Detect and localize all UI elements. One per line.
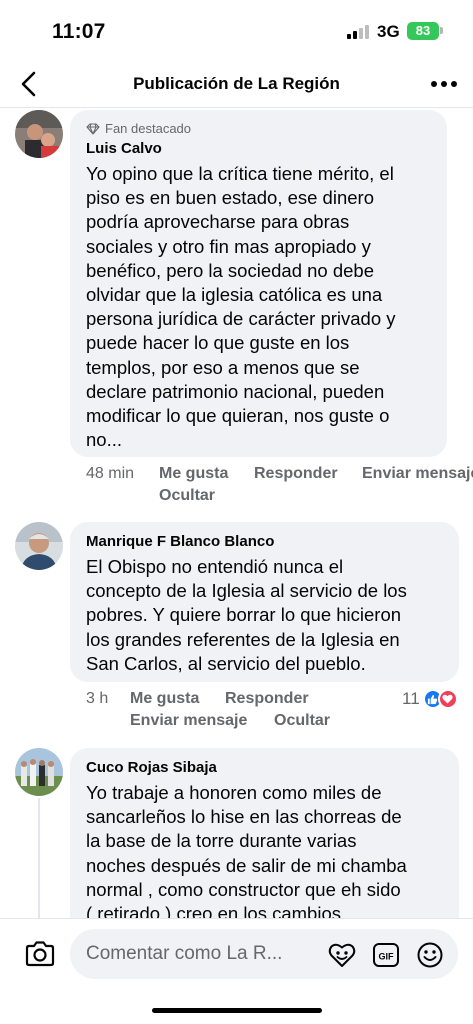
status-bar: 11:07 3G 83 bbox=[0, 0, 473, 60]
chevron-left-icon bbox=[21, 71, 36, 97]
comment-line: declare patrimonio nacional, pueden bbox=[86, 380, 385, 402]
send-message-button[interactable]: Enviar mensaje bbox=[130, 712, 247, 730]
comment-line: piso es en buen estado, ese dinero bbox=[86, 187, 374, 209]
fan-badge: Fan destacado bbox=[86, 121, 191, 136]
battery-tip bbox=[440, 27, 443, 34]
comment-author[interactable]: Cuco Rojas Sibaja bbox=[86, 759, 217, 776]
reaction-summary[interactable]: 11 bbox=[402, 688, 458, 710]
reply-button[interactable]: Responder bbox=[254, 465, 338, 483]
emoji-button[interactable] bbox=[416, 941, 444, 969]
comment-line: pobres. Y quiere borrar lo que hicieron bbox=[86, 604, 402, 626]
comment-line: normal , como constructor que eh sido bbox=[86, 878, 401, 900]
network-type: 3G bbox=[377, 22, 400, 41]
comment-line: noches después de salir de mi chamba bbox=[86, 854, 407, 876]
comment-line: templos, por eso a menos que se bbox=[86, 356, 360, 378]
comment-line: no... bbox=[86, 429, 122, 451]
comment-line: benéfico, pero la sociedad no debe bbox=[86, 259, 374, 281]
comment-author[interactable]: Manrique F Blanco Blanco bbox=[86, 533, 274, 550]
fan-badge-label: Fan destacado bbox=[105, 121, 192, 136]
page-title: Publicación de La Región bbox=[133, 74, 340, 93]
comment-bubble[interactable]: Fan destacado Luis Calvo Yo opino que la… bbox=[70, 110, 447, 457]
battery-icon: 83 bbox=[407, 22, 439, 40]
battery-level: 83 bbox=[415, 23, 431, 38]
like-button[interactable]: Me gusta bbox=[159, 465, 228, 483]
comment-line: sociales y otro fin mas apropiado y bbox=[86, 235, 371, 257]
more-horizontal-icon bbox=[431, 81, 457, 87]
comment-line: Yo trabaje a honoren como miles de bbox=[86, 782, 382, 803]
comment-line: modificar lo que quieran, nos guste o bbox=[86, 405, 390, 427]
comment-input-placeholder: Comentar como La R... bbox=[86, 943, 283, 964]
comment-time: 3 h bbox=[86, 690, 109, 707]
hide-button[interactable]: Ocultar bbox=[159, 487, 215, 505]
comment-line: concepto de la Iglesia al servicio de lo… bbox=[86, 580, 407, 602]
home-indicator bbox=[152, 1008, 322, 1013]
comment-text: Yo opino que la crítica tiene mérito, el… bbox=[86, 162, 396, 452]
comment-line: sancarleños lo hise en las chorreas de bbox=[86, 806, 402, 828]
comment-text: El Obispo no entendió nunca el concepto … bbox=[86, 555, 407, 676]
love-reaction-icon bbox=[437, 689, 458, 709]
comment-line: El Obispo no entendió nunca el bbox=[86, 556, 344, 577]
thread-line bbox=[38, 798, 40, 920]
comment-bubble[interactable]: Manrique F Blanco Blanco El Obispo no en… bbox=[70, 522, 459, 682]
avatar[interactable] bbox=[15, 748, 63, 796]
diamond-icon bbox=[86, 122, 100, 135]
comment-input[interactable]: Comentar como La R... GIF bbox=[70, 929, 458, 979]
comment-time: 48 min bbox=[86, 465, 135, 482]
status-time: 11:07 bbox=[52, 20, 106, 43]
like-button[interactable]: Me gusta bbox=[130, 690, 199, 708]
gif-button[interactable]: GIF bbox=[372, 941, 400, 969]
emoji-icon bbox=[417, 942, 443, 968]
hide-button[interactable]: Ocultar bbox=[274, 712, 330, 730]
comment-line: persona jurídica de carácter privado y bbox=[86, 308, 396, 330]
comment-text: Yo trabaje a honoren como miles de sanca… bbox=[86, 781, 407, 926]
comment-line: San Carlos, al servicio del pueblo. bbox=[86, 652, 366, 674]
comment-line: olvidar que la iglesia católica es una bbox=[86, 284, 383, 306]
avatar-frame-button[interactable] bbox=[328, 941, 356, 969]
comment-line: Yo opino que la crítica tiene mérito, el bbox=[86, 163, 394, 184]
send-message-button[interactable]: Enviar mensaje bbox=[362, 465, 473, 483]
comment-line: la base de la torre durante varias bbox=[86, 830, 357, 852]
comment-line: puede hacer lo que guste en los bbox=[86, 332, 350, 354]
more-options-button[interactable] bbox=[428, 72, 460, 96]
comment-line: podría aprovecharse para obras bbox=[86, 211, 350, 233]
comment-author[interactable]: Luis Calvo bbox=[86, 140, 162, 157]
top-bar: Publicación de La Región bbox=[0, 62, 473, 108]
avatar-frame-icon bbox=[328, 943, 356, 967]
camera-button[interactable] bbox=[24, 939, 56, 969]
signal-icon bbox=[347, 25, 371, 39]
reply-button[interactable]: Responder bbox=[225, 690, 309, 708]
gif-icon: GIF bbox=[373, 943, 399, 967]
avatar[interactable] bbox=[15, 522, 63, 570]
avatar[interactable] bbox=[15, 110, 63, 158]
camera-icon bbox=[25, 941, 55, 967]
back-button[interactable] bbox=[16, 68, 44, 100]
svg-text:GIF: GIF bbox=[379, 952, 395, 962]
comment-line: los grandes referentes de la Iglesia en bbox=[86, 628, 400, 650]
reaction-count: 11 bbox=[402, 689, 420, 708]
